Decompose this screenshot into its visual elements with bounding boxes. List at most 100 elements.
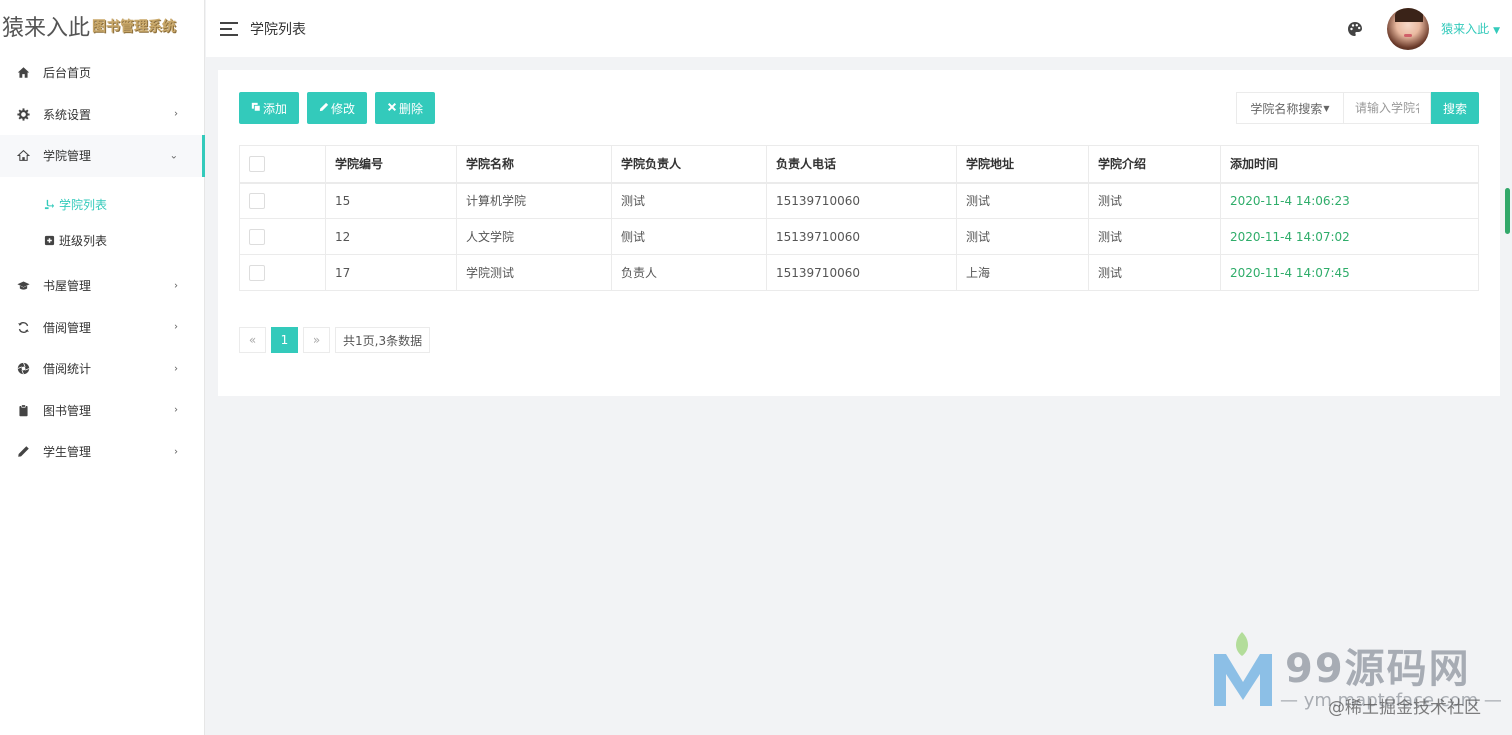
logo-sub-text: 图书管理系统 bbox=[92, 19, 177, 35]
college-submenu: 学院列表 班级列表 bbox=[0, 177, 204, 265]
add-button[interactable]: 添加 bbox=[239, 92, 300, 124]
sidebar-item-label: 图书管理 bbox=[43, 403, 92, 418]
clipboard-icon bbox=[16, 403, 30, 417]
cell-name: 计算机学院 bbox=[456, 182, 612, 219]
cell-id: 12 bbox=[325, 218, 457, 255]
table-row[interactable]: 12 人文学院 侧试 15139710060 测试 测试 2020-11-4 1… bbox=[239, 218, 1479, 255]
scrollbar-thumb[interactable] bbox=[1505, 188, 1510, 234]
college-table: 学院编号 学院名称 学院负责人 负责人电话 学院地址 学院介绍 添加时间 15 … bbox=[239, 145, 1479, 291]
sidebar-subitem-class-list[interactable]: 班级列表 bbox=[0, 223, 204, 259]
sidebar-item-label: 借阅统计 bbox=[43, 362, 92, 377]
cell-phone: 15139710060 bbox=[766, 254, 957, 291]
cell-name: 人文学院 bbox=[456, 218, 612, 255]
pagination-info: 共1页,3条数据 bbox=[335, 327, 431, 353]
sidebar-item-label: 学院管理 bbox=[43, 149, 92, 164]
aperture-icon bbox=[16, 362, 30, 376]
home-outline-icon bbox=[16, 149, 30, 163]
cell-intro: 测试 bbox=[1088, 182, 1221, 219]
table-header-row: 学院编号 学院名称 学院负责人 负责人电话 学院地址 学院介绍 添加时间 bbox=[239, 145, 1479, 184]
sidebar-nav: 后台首页 系统设置 › 学院管理 ⌄ bbox=[0, 52, 205, 177]
pagination: « 1 » 共1页,3条数据 bbox=[239, 327, 431, 353]
username-label: 猿来入此 bbox=[1441, 22, 1490, 36]
user-menu[interactable]: 猿来入此 ▼ bbox=[1441, 20, 1500, 37]
cell-added-time: 2020-11-4 14:06:23 bbox=[1220, 182, 1479, 219]
logo-main-text: 猿来入此 bbox=[2, 16, 91, 41]
sidebar-nav-lower: 书屋管理 › 借阅管理 › 借阅统计 › 图书管理 › 学生管理 › bbox=[0, 265, 204, 473]
sidebar-item-home[interactable]: 后台首页 bbox=[0, 52, 204, 94]
caret-down-icon: ▼ bbox=[1323, 103, 1330, 113]
palette-icon[interactable] bbox=[1347, 21, 1363, 37]
sidebar-item-student-management[interactable]: 学生管理 › bbox=[0, 431, 204, 473]
sidebar-item-book-management[interactable]: 图书管理 › bbox=[0, 390, 204, 432]
cell-intro: 测试 bbox=[1088, 254, 1221, 291]
prev-page-button[interactable]: « bbox=[239, 327, 266, 353]
row-checkbox[interactable] bbox=[249, 228, 265, 245]
column-header[interactable]: 学院编号 bbox=[325, 145, 457, 184]
next-page-button[interactable]: » bbox=[303, 327, 330, 353]
table-row[interactable]: 15 计算机学院 测试 15139710060 测试 测试 2020-11-4 … bbox=[239, 182, 1479, 219]
cell-added-time: 2020-11-4 14:07:45 bbox=[1220, 254, 1479, 291]
column-header[interactable]: 负责人电话 bbox=[766, 145, 957, 184]
chevron-right-icon: › bbox=[174, 280, 178, 292]
cell-phone: 15139710060 bbox=[766, 182, 957, 219]
sidebar: 猿来入此 图书管理系统 后台首页 系统设置 › 学院管理 ⌄ 学院列表 班级列表… bbox=[0, 0, 205, 735]
column-header[interactable]: 学院负责人 bbox=[611, 145, 767, 184]
page-title: 学院列表 bbox=[250, 21, 306, 38]
watermark-community: @稀土掘金技术社区 bbox=[1328, 698, 1481, 718]
graduation-cap-icon bbox=[16, 279, 30, 293]
edit-button[interactable]: 修改 bbox=[307, 92, 368, 124]
content-card: 添加 修改 删除 学院名称搜索▼ 搜索 学院编号 学院名称 学院负 bbox=[218, 70, 1500, 396]
select-all-checkbox[interactable] bbox=[249, 155, 265, 172]
gear-icon bbox=[16, 107, 30, 121]
toolbar: 添加 修改 删除 bbox=[239, 92, 436, 124]
pencil-icon bbox=[319, 102, 329, 115]
pencil-icon bbox=[16, 445, 30, 459]
sidebar-subitem-college-list[interactable]: 学院列表 bbox=[0, 187, 204, 223]
row-select-cell bbox=[239, 254, 326, 291]
sidebar-item-borrow-statistics[interactable]: 借阅统计 › bbox=[0, 348, 204, 390]
sidebar-item-bookroom-management[interactable]: 书屋管理 › bbox=[0, 265, 204, 307]
column-header[interactable]: 学院名称 bbox=[456, 145, 612, 184]
column-header[interactable]: 添加时间 bbox=[1220, 145, 1479, 184]
avatar[interactable] bbox=[1387, 7, 1430, 50]
fork-icon bbox=[44, 199, 55, 210]
search-button[interactable]: 搜索 bbox=[1431, 92, 1479, 124]
page-1-button[interactable]: 1 bbox=[271, 327, 298, 353]
table-row[interactable]: 17 学院测试 负责人 15139710060 上海 测试 2020-11-4 … bbox=[239, 254, 1479, 291]
row-checkbox[interactable] bbox=[249, 264, 265, 281]
sidebar-subitem-label: 学院列表 bbox=[59, 198, 108, 213]
cell-address: 测试 bbox=[956, 218, 1089, 255]
sidebar-item-borrow-management[interactable]: 借阅管理 › bbox=[0, 306, 204, 348]
cell-address: 测试 bbox=[956, 182, 1089, 219]
cell-added-time: 2020-11-4 14:07:02 bbox=[1220, 218, 1479, 255]
close-icon bbox=[387, 102, 397, 115]
sidebar-subitem-label: 班级列表 bbox=[59, 234, 108, 249]
sidebar-item-label: 学生管理 bbox=[43, 445, 92, 460]
select-all-cell bbox=[239, 145, 326, 184]
sidebar-item-label: 后台首页 bbox=[43, 66, 92, 81]
delete-button[interactable]: 删除 bbox=[375, 92, 436, 124]
cell-id: 15 bbox=[325, 182, 457, 219]
column-header[interactable]: 学院介绍 bbox=[1088, 145, 1221, 184]
header-right: 猿来入此 ▼ bbox=[1347, 0, 1500, 57]
sidebar-item-system-settings[interactable]: 系统设置 › bbox=[0, 94, 204, 136]
sidebar-item-label: 书屋管理 bbox=[43, 279, 92, 294]
sidebar-item-college-management[interactable]: 学院管理 ⌄ bbox=[0, 135, 205, 177]
home-icon bbox=[16, 66, 30, 80]
top-header: 学院列表 猿来入此 ▼ bbox=[206, 0, 1512, 57]
cell-intro: 测试 bbox=[1088, 218, 1221, 255]
app-logo[interactable]: 猿来入此 图书管理系统 bbox=[0, 0, 204, 52]
search-field-select[interactable]: 学院名称搜索 ▼ bbox=[1236, 92, 1343, 124]
column-header[interactable]: 学院地址 bbox=[956, 145, 1089, 184]
menu-toggle-icon[interactable] bbox=[220, 21, 238, 36]
watermark-title: 99源码网 bbox=[1285, 646, 1471, 692]
cell-head: 侧试 bbox=[611, 218, 767, 255]
sidebar-item-label: 系统设置 bbox=[43, 107, 92, 122]
cell-address: 上海 bbox=[956, 254, 1089, 291]
chevron-down-icon: ⌄ bbox=[169, 150, 178, 162]
copy-icon bbox=[251, 102, 261, 115]
cell-phone: 15139710060 bbox=[766, 218, 957, 255]
search-input[interactable] bbox=[1343, 92, 1431, 124]
chevron-right-icon: › bbox=[174, 321, 178, 333]
row-checkbox[interactable] bbox=[249, 192, 265, 209]
